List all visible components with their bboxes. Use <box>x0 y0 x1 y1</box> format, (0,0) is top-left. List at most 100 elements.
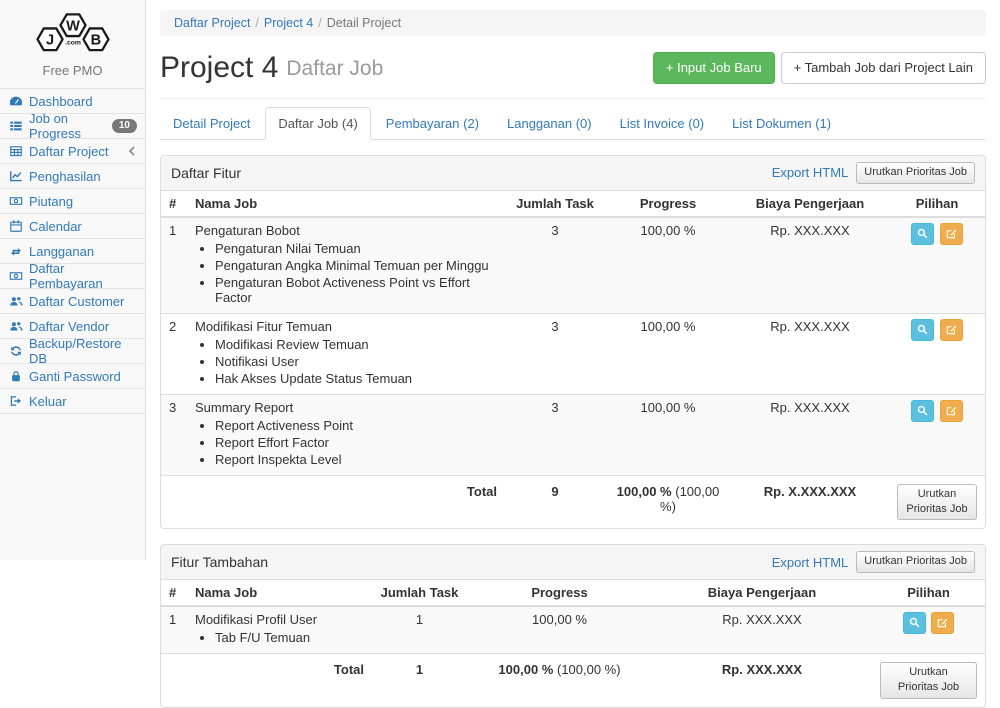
sidebar-item-job-on-progress[interactable]: Job on Progress 10 <box>0 114 145 139</box>
search-icon <box>916 323 929 336</box>
job-name-cell: Modifikasi Profil User Tab F/U Temuan <box>187 606 372 654</box>
job-subitem: Notifikasi User <box>215 354 497 369</box>
search-icon <box>908 616 921 629</box>
breadcrumb-link-daftar-project[interactable]: Daftar Project <box>174 16 250 30</box>
sign-out-icon <box>8 394 23 409</box>
actions-cell <box>872 606 985 654</box>
total-progress: 100,00 % <box>498 662 553 677</box>
money-icon <box>8 269 23 284</box>
table-header-row: # Nama Job Jumlah Task Progress Biaya Pe… <box>161 580 985 606</box>
job-subitems: Pengaturan Nilai Temuan Pengaturan Angka… <box>195 241 497 305</box>
row-number: 2 <box>161 313 187 394</box>
table-row: 2 Modifikasi Fitur Temuan Modifikasi Rev… <box>161 313 985 394</box>
dashboard-icon <box>8 94 23 109</box>
sidebar-item-penghasilan[interactable]: Penghasilan <box>0 164 145 189</box>
search-icon <box>916 227 929 240</box>
view-job-button[interactable] <box>911 319 934 341</box>
job-subitem: Hak Akses Update Status Temuan <box>215 371 497 386</box>
sidebar-item-keluar[interactable]: Keluar <box>0 389 145 414</box>
sidebar-item-label: Daftar Customer <box>29 294 124 309</box>
sidebar-item-backup-restore-db[interactable]: Backup/Restore DB <box>0 339 145 364</box>
job-count-badge: 10 <box>112 119 137 133</box>
sidebar-item-label: Daftar Pembayaran <box>29 261 137 291</box>
total-row: Total 9 100,00 % (100,00 %) Rp. X.XXX.XX… <box>161 475 985 528</box>
total-tasks: 9 <box>505 475 605 528</box>
export-html-link[interactable]: Export HTML <box>772 555 849 570</box>
edit-job-button[interactable] <box>940 400 963 422</box>
tambah-job-dari-project-lain-button[interactable]: + Tambah Job dari Project Lain <box>781 52 986 84</box>
total-tasks: 1 <box>372 653 467 706</box>
sidebar-item-ganti-password[interactable]: Ganti Password <box>0 364 145 389</box>
progress-cell: 100,00 % <box>605 394 731 475</box>
tab-list-dokumen[interactable]: List Dokumen (1) <box>719 107 844 140</box>
job-subitem: Tab F/U Temuan <box>215 630 364 645</box>
view-job-button[interactable] <box>903 612 926 634</box>
search-icon <box>916 404 929 417</box>
input-job-baru-button[interactable]: + Input Job Baru <box>653 52 775 84</box>
edit-job-button[interactable] <box>940 319 963 341</box>
column-header-biaya: Biaya Pengerjaan <box>731 191 889 217</box>
jumlah-task-cell: 3 <box>505 394 605 475</box>
svg-text:B: B <box>90 33 101 49</box>
total-progress: 100,00 % <box>617 484 672 499</box>
chevron-left-icon <box>127 145 137 157</box>
jumlah-task-cell: 3 <box>505 217 605 314</box>
svg-text:J: J <box>45 33 53 49</box>
sidebar-item-label: Dashboard <box>29 94 93 109</box>
edit-icon <box>945 404 958 417</box>
job-subitem: Report Activeness Point <box>215 418 497 433</box>
sidebar-item-piutang[interactable]: Piutang <box>0 189 145 214</box>
sidebar-item-label: Daftar Vendor <box>29 319 109 334</box>
actions-cell <box>889 394 985 475</box>
urutkan-prioritas-job-button[interactable]: Urutkan Prioritas Job <box>856 551 975 572</box>
breadcrumb-link-project-4[interactable]: Project 4 <box>264 16 313 30</box>
job-subitem: Report Inspekta Level <box>215 452 497 467</box>
tab-detail-project[interactable]: Detail Project <box>160 107 263 140</box>
job-name: Pengaturan Bobot <box>195 223 300 238</box>
job-subitems: Modifikasi Review Temuan Notifikasi User… <box>195 337 497 386</box>
sidebar-item-daftar-pembayaran[interactable]: Daftar Pembayaran <box>0 264 145 289</box>
sidebar-item-daftar-project[interactable]: Daftar Project <box>0 139 145 164</box>
export-html-link[interactable]: Export HTML <box>772 165 849 180</box>
column-header-nama-job: Nama Job <box>187 580 372 606</box>
tab-daftar-job[interactable]: Daftar Job (4) <box>265 107 370 140</box>
total-label: Total <box>187 653 372 706</box>
page-header: Project 4 Daftar Job + Input Job Baru + … <box>160 46 986 99</box>
progress-cell: 100,00 % <box>605 313 731 394</box>
urutkan-prioritas-job-button[interactable]: Urutkan Prioritas Job <box>897 484 977 521</box>
edit-job-button[interactable] <box>931 612 954 634</box>
tab-list-invoice[interactable]: List Invoice (0) <box>607 107 718 140</box>
tab-langganan[interactable]: Langganan (0) <box>494 107 605 140</box>
daftar-fitur-table: # Nama Job Jumlah Task Progress Biaya Pe… <box>161 191 985 529</box>
view-job-button[interactable] <box>911 400 934 422</box>
sidebar-item-calendar[interactable]: Calendar <box>0 214 145 239</box>
urutkan-prioritas-job-button[interactable]: Urutkan Prioritas Job <box>880 662 977 699</box>
page-subtitle: Daftar Job <box>286 58 383 79</box>
column-header-jumlah-task: Jumlah Task <box>372 580 467 606</box>
total-row: Total 1 100,00 % (100,00 %) Rp. XXX.XXX … <box>161 653 985 706</box>
sidebar-item-label: Calendar <box>29 219 82 234</box>
daftar-fitur-heading: Daftar Fitur Export HTML Urutkan Priorit… <box>161 156 985 190</box>
svg-text:W: W <box>66 18 80 34</box>
edit-job-button[interactable] <box>940 223 963 245</box>
urutkan-prioritas-job-button[interactable]: Urutkan Prioritas Job <box>856 162 975 183</box>
actions-cell <box>889 217 985 314</box>
table-header-row: # Nama Job Jumlah Task Progress Biaya Pe… <box>161 191 985 217</box>
row-number: 1 <box>161 217 187 314</box>
column-header-biaya: Biaya Pengerjaan <box>652 580 872 606</box>
sidebar: J W B .com Free PMO Dashboard Job on Pro… <box>0 0 146 560</box>
sidebar-item-label: Piutang <box>29 194 73 209</box>
users-icon <box>8 294 23 309</box>
brand-logo[interactable]: J W B .com <box>0 0 145 61</box>
view-job-button[interactable] <box>911 223 934 245</box>
tab-pembayaran[interactable]: Pembayaran (2) <box>373 107 492 140</box>
breadcrumb-separator: / <box>313 16 326 30</box>
svg-text:.com: .com <box>65 40 81 47</box>
sidebar-item-daftar-customer[interactable]: Daftar Customer <box>0 289 145 314</box>
biaya-cell: Rp. XXX.XXX <box>652 606 872 654</box>
sidebar-menu: Dashboard Job on Progress 10 Daftar Proj… <box>0 88 145 414</box>
job-name-cell: Modifikasi Fitur Temuan Modifikasi Revie… <box>187 313 505 394</box>
job-subitem: Pengaturan Angka Minimal Temuan per Ming… <box>215 258 497 273</box>
table-row: 1 Pengaturan Bobot Pengaturan Nilai Temu… <box>161 217 985 314</box>
panel-title: Daftar Fitur <box>171 165 241 181</box>
